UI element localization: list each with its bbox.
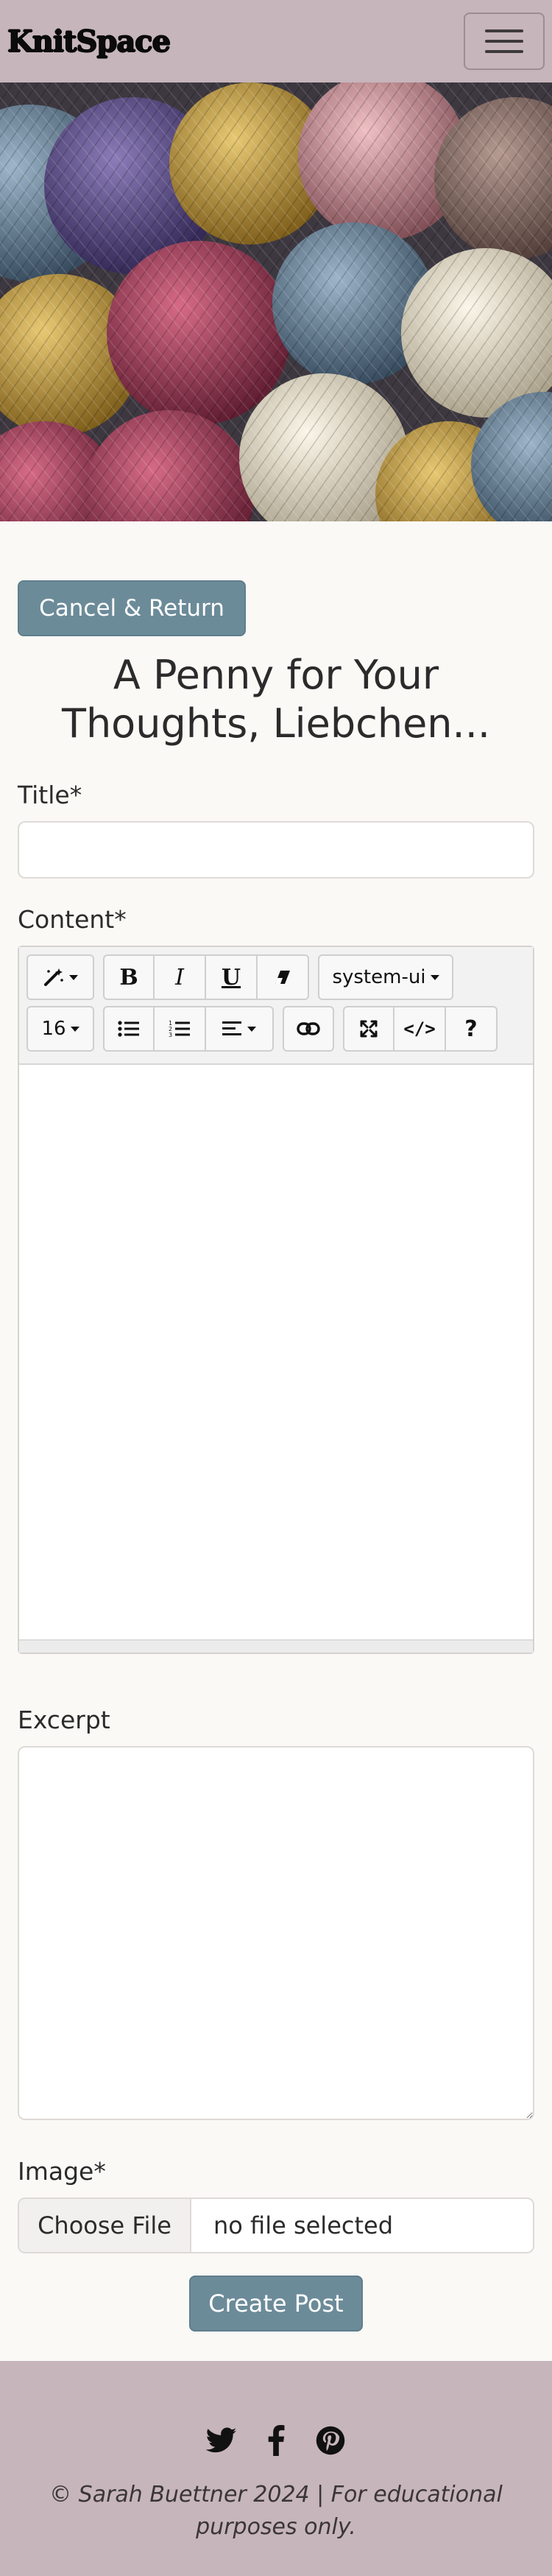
editor-resize-bar[interactable] — [19, 1639, 533, 1653]
facebook-icon — [268, 2425, 285, 2456]
page-title: A Penny for Your Thoughts, Liebchen... — [61, 652, 491, 747]
fullscreen-icon — [360, 1020, 378, 1038]
help-button[interactable]: ? — [446, 1006, 498, 1052]
ordered-list-icon: 1 2 3 — [169, 1020, 190, 1038]
align-left-icon — [222, 1021, 241, 1035]
font-family-value: system-ui — [332, 966, 426, 988]
pinterest-link[interactable] — [314, 2424, 347, 2457]
insert-link-button[interactable] — [283, 1006, 334, 1052]
choose-file-button[interactable]: Choose File — [19, 2199, 191, 2252]
svg-text:3: 3 — [169, 1032, 172, 1038]
link-icon — [297, 1022, 320, 1035]
fullscreen-button[interactable] — [343, 1006, 394, 1052]
hamburger-menu-button[interactable] — [464, 13, 545, 70]
social-links — [0, 2424, 552, 2457]
bold-button[interactable]: B — [103, 954, 155, 1000]
underline-button[interactable]: U — [206, 954, 258, 1000]
title-label: Title* — [18, 781, 82, 809]
pinterest-icon — [316, 2426, 345, 2455]
twitter-link[interactable] — [205, 2424, 238, 2457]
font-size-value: 16 — [41, 1018, 66, 1040]
facebook-link[interactable] — [260, 2424, 292, 2457]
paragraph-align-dropdown[interactable] — [206, 1006, 274, 1052]
eraser-icon — [275, 971, 290, 984]
create-post-button[interactable]: Create Post — [189, 2276, 363, 2332]
title-input[interactable] — [18, 821, 534, 879]
font-family-dropdown[interactable]: system-ui — [318, 954, 453, 1000]
code-view-button[interactable]: </> — [394, 1006, 446, 1052]
rich-text-editor: B I U system-ui 16 1 2 3 </> ? — [18, 946, 534, 1654]
navbar: KnitSpace — [0, 0, 552, 82]
unordered-list-button[interactable] — [103, 1006, 155, 1052]
image-label: Image* — [18, 2157, 106, 2186]
brand-logo[interactable]: KnitSpace — [7, 24, 171, 59]
excerpt-textarea[interactable] — [18, 1746, 534, 2120]
twitter-icon — [206, 2427, 237, 2453]
magic-wand-icon — [44, 968, 63, 986]
image-file-input[interactable]: Choose File no file selected — [18, 2197, 534, 2253]
post-form: Cancel & Return A Penny for Your Thought… — [0, 580, 552, 2332]
footer: © Sarah Buettner 2024 | For educational … — [0, 2361, 552, 2576]
italic-button[interactable]: I — [155, 954, 206, 1000]
style-dropdown-button[interactable] — [26, 954, 94, 1000]
clear-format-button[interactable] — [258, 954, 309, 1000]
hero-image — [0, 82, 552, 521]
excerpt-label: Excerpt — [18, 1706, 110, 1734]
copyright-text: © Sarah Buettner 2024 | For educational … — [49, 2482, 503, 2540]
ordered-list-button[interactable]: 1 2 3 — [155, 1006, 206, 1052]
content-label: Content* — [18, 905, 127, 934]
font-size-dropdown[interactable]: 16 — [26, 1006, 94, 1052]
file-status-text: no file selected — [213, 2211, 394, 2239]
editor-toolbar: B I U system-ui 16 1 2 3 </> ? — [19, 947, 533, 1065]
unordered-list-icon — [118, 1021, 139, 1037]
hamburger-line — [485, 40, 523, 43]
hamburger-line — [485, 50, 523, 53]
editor-content-area[interactable] — [19, 1065, 533, 1639]
yarn-balls-image — [0, 82, 552, 521]
cancel-and-return-button[interactable]: Cancel & Return — [18, 580, 246, 636]
hamburger-line — [485, 29, 523, 32]
